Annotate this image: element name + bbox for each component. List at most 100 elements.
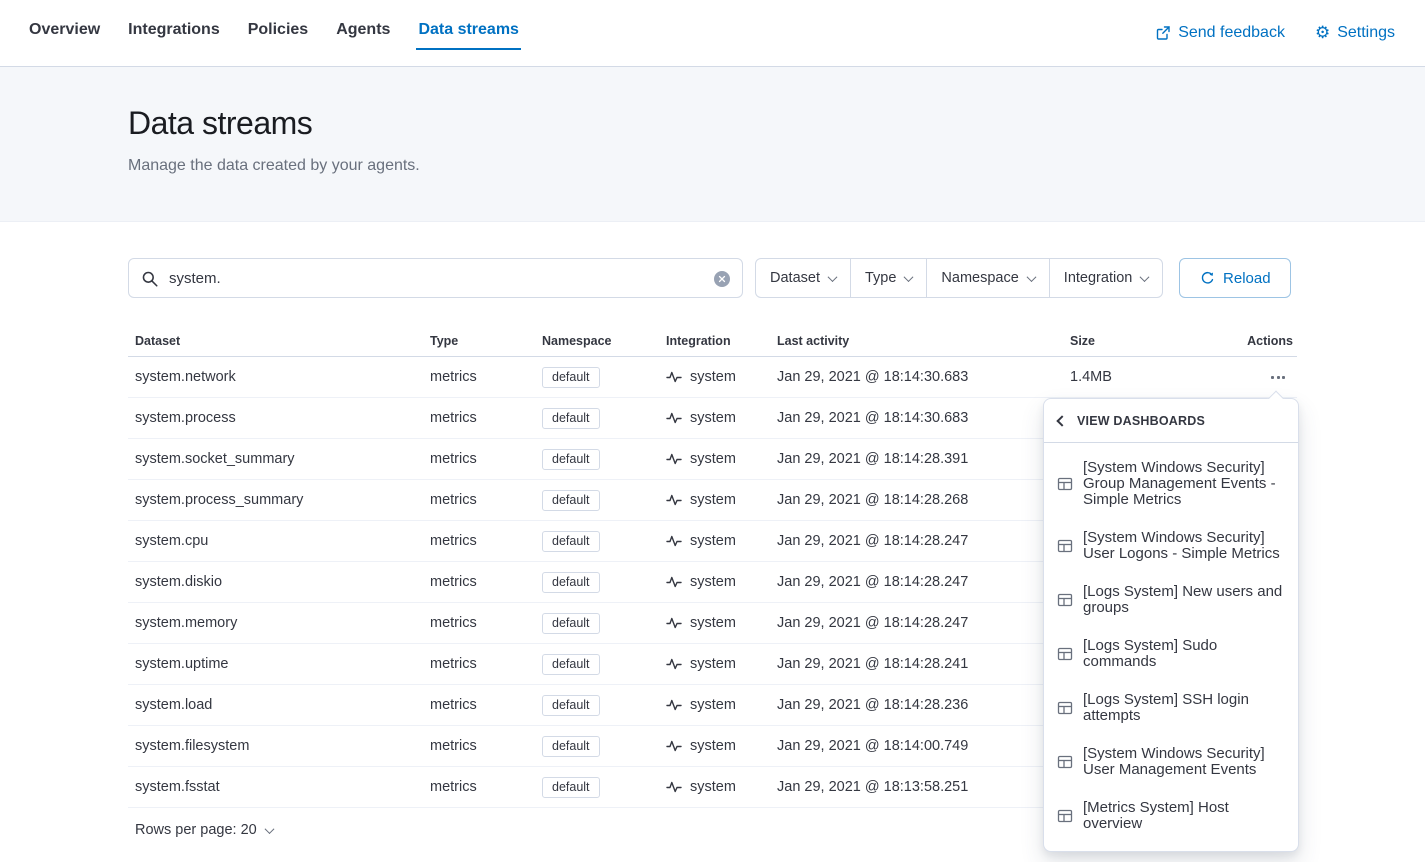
column-header-namespace: Namespace [535,334,659,348]
page-title: Data streams [128,105,1297,142]
dataset-cell: system.load [128,697,423,713]
filter-dataset-label: Dataset [770,270,820,286]
dataset-cell: system.cpu [128,533,423,549]
filter-group: Dataset Type Namespace Integration [755,258,1163,298]
integration-cell: system [659,451,770,467]
integration-name: system [690,451,736,467]
chevron-down-icon [1026,272,1036,282]
column-header-type: Type [423,334,535,348]
tab-data-streams[interactable]: Data streams [416,17,521,50]
dataset-cell: system.filesystem [128,738,423,754]
dashboard-icon [1057,700,1073,716]
pulse-icon [666,779,682,795]
namespace-cell: default [535,490,659,511]
dashboard-link[interactable]: [System Windows Security] User Logons - … [1044,519,1298,573]
namespace-badge: default [542,531,600,552]
integration-name: system [690,615,736,631]
namespace-badge: default [542,613,600,634]
namespace-badge: default [542,777,600,798]
rows-per-page-button[interactable]: Rows per page: 20 [135,822,273,838]
type-cell: metrics [423,779,535,795]
dashboard-icon [1057,476,1073,492]
dashboard-link[interactable]: [System Windows Security] Group Manageme… [1044,449,1298,519]
tab-integrations[interactable]: Integrations [126,17,222,50]
column-header-dataset: Dataset [128,334,423,348]
last-activity-cell: Jan 29, 2021 @ 18:14:28.236 [770,697,1063,713]
tab-agents[interactable]: Agents [334,17,392,50]
dashboard-link-label: [Metrics System] Host overview [1083,800,1284,832]
reload-button[interactable]: Reload [1179,258,1291,298]
namespace-cell: default [535,695,659,716]
filter-namespace-label: Namespace [941,270,1018,286]
namespace-cell: default [535,531,659,552]
search-box [128,258,743,298]
dashboard-link[interactable]: [System Windows Security] User Managemen… [1044,735,1298,789]
popout-icon [1155,25,1171,41]
dataset-cell: system.diskio [128,574,423,590]
namespace-cell: default [535,654,659,675]
fleet-tabs: Overview Integrations Policies Agents Da… [27,17,521,50]
page-subtitle: Manage the data created by your agents. [128,157,1297,175]
chevron-down-icon [1140,272,1150,282]
dataset-cell: system.memory [128,615,423,631]
type-cell: metrics [423,492,535,508]
pulse-icon [666,369,682,385]
type-cell: metrics [423,451,535,467]
tab-overview[interactable]: Overview [27,17,102,50]
dashboard-link[interactable]: [Logs System] New users and groups [1044,573,1298,627]
dashboard-link[interactable]: [Logs System] Sudo commands [1044,627,1298,681]
integration-name: system [690,410,736,426]
dashboard-link[interactable]: [Metrics System] Host overview [1044,789,1298,843]
row-actions-button[interactable] [1267,370,1289,385]
dashboard-link-label: [System Windows Security] User Logons - … [1083,530,1284,562]
integration-name: system [690,369,736,385]
tab-policies[interactable]: Policies [246,17,310,50]
dashboard-link-label: [System Windows Security] User Managemen… [1083,746,1284,778]
size-cell: 1.4MB [1063,369,1236,385]
reload-label: Reload [1223,270,1271,287]
chevron-down-icon [904,272,914,282]
integration-cell: system [659,615,770,631]
settings-link[interactable]: ⚙ Settings [1315,24,1395,42]
column-header-last-activity: Last activity [770,334,1063,348]
integration-cell: system [659,697,770,713]
dashboard-icon [1057,646,1073,662]
column-header-size: Size [1063,334,1236,348]
last-activity-cell: Jan 29, 2021 @ 18:14:28.247 [770,533,1063,549]
dataset-cell: system.socket_summary [128,451,423,467]
nav-actions: Send feedback ⚙ Settings [1155,24,1395,42]
view-dashboards-popup: VIEW DASHBOARDS [System Windows Security… [1043,398,1299,852]
last-activity-cell: Jan 29, 2021 @ 18:14:30.683 [770,369,1063,385]
last-activity-cell: Jan 29, 2021 @ 18:14:28.247 [770,615,1063,631]
namespace-badge: default [542,654,600,675]
actions-cell [1236,370,1295,385]
integration-name: system [690,779,736,795]
pulse-icon [666,533,682,549]
filter-type[interactable]: Type [851,259,927,297]
dataset-cell: system.uptime [128,656,423,672]
dashboard-list: [System Windows Security] Group Manageme… [1044,443,1298,851]
type-cell: metrics [423,574,535,590]
dashboard-link[interactable]: [Logs System] SSH login attempts [1044,681,1298,735]
last-activity-cell: Jan 29, 2021 @ 18:14:28.268 [770,492,1063,508]
pulse-icon [666,410,682,426]
filter-integration[interactable]: Integration [1050,259,1163,297]
filter-namespace[interactable]: Namespace [927,259,1049,297]
popup-back-header[interactable]: VIEW DASHBOARDS [1044,399,1298,443]
settings-label: Settings [1337,24,1395,42]
last-activity-cell: Jan 29, 2021 @ 18:14:00.749 [770,738,1063,754]
dashboard-link-label: [System Windows Security] Group Manageme… [1083,460,1284,508]
integration-cell: system [659,574,770,590]
rows-per-page-label: Rows per page: 20 [135,822,257,838]
dashboard-icon [1057,592,1073,608]
pulse-icon [666,492,682,508]
send-feedback-link[interactable]: Send feedback [1155,24,1285,42]
clear-icon[interactable] [714,271,730,287]
search-input[interactable] [169,270,706,287]
chevron-left-icon [1056,415,1067,426]
type-cell: metrics [423,697,535,713]
filter-dataset[interactable]: Dataset [756,259,851,297]
pulse-icon [666,697,682,713]
filter-integration-label: Integration [1064,270,1133,286]
pulse-icon [666,656,682,672]
